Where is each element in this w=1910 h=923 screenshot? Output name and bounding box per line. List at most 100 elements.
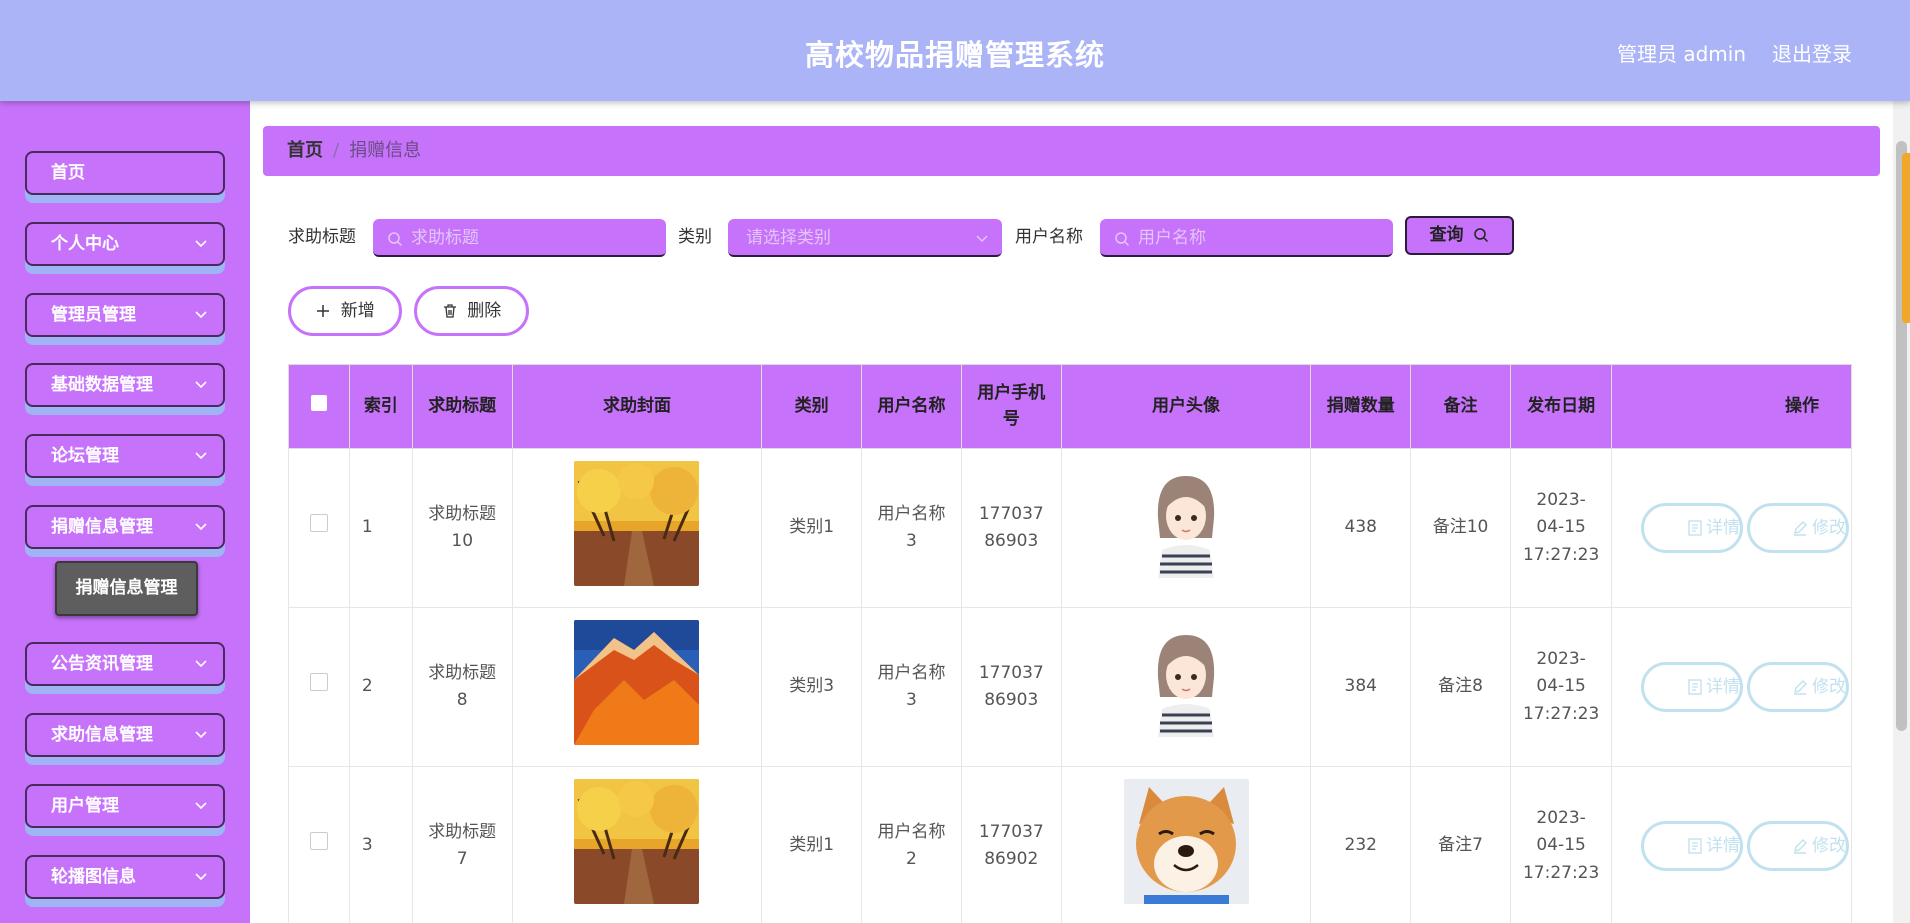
edit-button[interactable]: 修改 (1747, 662, 1849, 712)
sidebar-item-label: 用户管理 (51, 796, 119, 816)
row-select-cell (288, 607, 350, 767)
cell-avatar (1060, 766, 1312, 923)
sidebar-item-label: 公告资讯管理 (51, 654, 153, 674)
add-button-label: 新增 (340, 301, 375, 321)
chevron-down-icon (195, 660, 207, 668)
sidebar-item-donation[interactable]: 捐赠信息管理 (25, 505, 225, 549)
title-search-placeholder: 求助标题 (411, 228, 479, 248)
cell-title: 求助标题8 (411, 607, 513, 767)
query-button[interactable]: 查询 (1405, 216, 1514, 255)
sidebar-item-users[interactable]: 用户管理 (25, 784, 225, 828)
row-checkbox[interactable] (309, 514, 328, 533)
select-all-checkbox[interactable] (310, 394, 327, 411)
sidebar-item-admin-management[interactable]: 管理员管理 (25, 293, 225, 337)
detail-button[interactable]: 详情 (1641, 503, 1743, 553)
chevron-down-icon (195, 311, 207, 319)
cell-phone: 17703786903 (960, 448, 1062, 608)
cell-avatar (1060, 448, 1312, 608)
chevron-down-icon (976, 235, 988, 243)
cell-title: 求助标题10 (411, 448, 513, 608)
cell-category: 类别1 (761, 766, 863, 923)
chevron-down-icon (195, 873, 207, 881)
cell-category: 类别3 (761, 607, 863, 767)
cell-actions: 详情 修改 (1611, 766, 1852, 923)
chevron-down-icon (195, 802, 207, 810)
query-button-label: 查询 (1429, 225, 1464, 245)
scrollbar-accent (1902, 153, 1910, 323)
chevron-down-icon (195, 523, 207, 531)
sidebar-item-announcements[interactable]: 公告资讯管理 (25, 642, 225, 686)
search-icon (388, 232, 403, 247)
detail-button[interactable]: 详情 (1641, 662, 1743, 712)
column-header-avatar: 用户头像 (1060, 364, 1312, 449)
donation-table: 索引 求助标题 求助封面 类别 用户名称 用户手机号 用户头像 捐赠数量 备注 … (288, 364, 1852, 923)
chevron-down-icon (195, 240, 207, 248)
sidebar-item-help-requests[interactable]: 求助信息管理 (25, 713, 225, 757)
column-header-note: 备注 (1410, 364, 1511, 449)
trash-icon (443, 304, 456, 318)
delete-button[interactable]: 删除 (414, 286, 529, 336)
username-search-placeholder: 用户名称 (1138, 228, 1206, 248)
category-select[interactable]: 请选择类别 (728, 219, 1002, 257)
cell-note: 备注7 (1410, 766, 1511, 923)
search-icon (1474, 228, 1489, 243)
sidebar-item-label: 基础数据管理 (51, 375, 153, 395)
avatar-girl (1146, 468, 1227, 579)
detail-button-label: 详情 (1706, 518, 1740, 538)
table-header-row: 索引 求助标题 求助封面 类别 用户名称 用户手机号 用户头像 捐赠数量 备注 … (288, 364, 1852, 449)
breadcrumb-current: 捐赠信息 (349, 140, 422, 161)
avatar-girl (1146, 627, 1227, 738)
sidebar-item-home[interactable]: 首页 (25, 151, 225, 195)
page-scrollbar[interactable] (1893, 101, 1910, 923)
column-header-title: 求助标题 (411, 364, 513, 449)
edit-button[interactable]: 修改 (1747, 503, 1849, 553)
row-checkbox[interactable] (309, 673, 328, 692)
document-icon (1688, 520, 1702, 536)
row-checkbox[interactable] (309, 832, 328, 851)
plus-icon (317, 305, 330, 317)
row-select-cell (288, 766, 350, 923)
detail-button-label: 详情 (1706, 836, 1740, 856)
breadcrumb-home[interactable]: 首页 (287, 140, 323, 161)
cell-count: 438 (1310, 448, 1412, 608)
column-header-cover: 求助封面 (511, 364, 763, 449)
sidebar-item-carousel[interactable]: 轮播图信息 (25, 855, 225, 899)
title-search-input[interactable]: 求助标题 (373, 219, 666, 257)
sidebar-subitem-donation-management[interactable]: 捐赠信息管理 (55, 561, 198, 616)
top-header: 高校物品捐赠管理系统 管理员 admin 退出登录 (0, 0, 1910, 101)
sidebar-item-label: 论坛管理 (51, 446, 119, 466)
cell-phone: 17703786903 (960, 607, 1062, 767)
detail-button-label: 详情 (1706, 677, 1740, 697)
edit-icon (1794, 521, 1807, 536)
cell-cover (511, 448, 763, 608)
cell-actions: 详情 修改 (1611, 448, 1852, 608)
sidebar-item-label: 捐赠信息管理 (51, 517, 153, 537)
document-icon (1688, 838, 1702, 854)
document-icon (1688, 679, 1702, 695)
cover-image-autumn-avenue (574, 460, 700, 586)
row-select-cell (288, 448, 350, 608)
sidebar-item-personal-center[interactable]: 个人中心 (25, 222, 225, 266)
sidebar-item-basic-data[interactable]: 基础数据管理 (25, 363, 225, 407)
edit-button-label: 修改 (1812, 836, 1846, 856)
detail-button[interactable]: 详情 (1641, 821, 1743, 871)
column-header-index: 索引 (348, 364, 413, 449)
select-all-cell (288, 364, 350, 449)
cell-count: 384 (1310, 607, 1412, 767)
logout-link[interactable]: 退出登录 (1772, 38, 1852, 67)
table-row: 1 求助标题10 类别1 用户名称3 17703786903 438 备注10 … (288, 448, 1852, 608)
edit-button[interactable]: 修改 (1747, 821, 1849, 871)
add-button[interactable]: 新增 (288, 286, 402, 336)
current-user: 管理员 admin (1617, 42, 1747, 66)
breadcrumb-separator: / (333, 140, 340, 161)
cell-avatar (1060, 607, 1312, 767)
column-header-count: 捐赠数量 (1310, 364, 1412, 449)
cell-category: 类别1 (761, 448, 863, 608)
column-header-phone: 用户手机号 (960, 364, 1062, 449)
cell-title: 求助标题7 (411, 766, 513, 923)
username-filter-label: 用户名称 (1015, 227, 1083, 247)
cell-cover (511, 607, 763, 767)
sidebar-item-forum[interactable]: 论坛管理 (25, 434, 225, 478)
table-row: 2 求助标题8 类别3 用户名称3 17703786903 384 备注8 20… (288, 607, 1852, 767)
username-search-input[interactable]: 用户名称 (1100, 219, 1393, 257)
